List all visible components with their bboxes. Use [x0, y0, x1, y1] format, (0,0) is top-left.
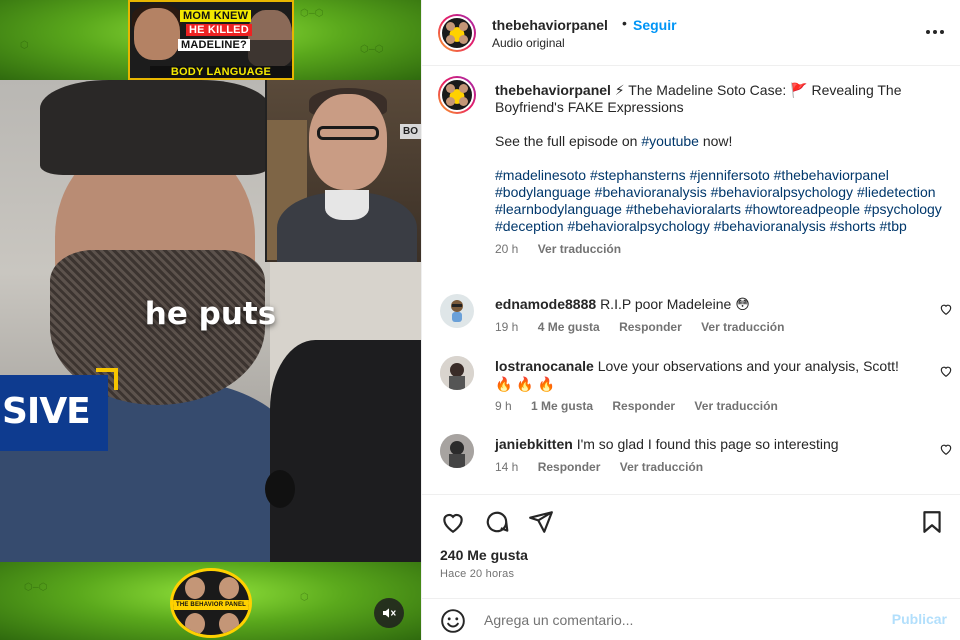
- post-caption: thebehaviorpanel ⚡ The Madeline Soto Cas…: [495, 82, 945, 258]
- mute-toggle-button[interactable]: [374, 598, 404, 628]
- audio-label[interactable]: Audio original: [492, 36, 565, 50]
- hashtag-link[interactable]: #howtoreadpeople: [745, 201, 860, 217]
- reel-video-player[interactable]: ⬡—⬡ ⬡ ⬡—⬡ MOM KNEW HE KILLED MADELINE? B…: [0, 0, 421, 640]
- comment-like-heart-icon[interactable]: [939, 364, 953, 378]
- author-avatar[interactable]: [438, 14, 476, 52]
- hashtag-link[interactable]: #madelinesoto: [495, 167, 586, 183]
- post-header: thebehaviorpanel • Seguir Audio original: [422, 0, 960, 66]
- caption-line2: See the full episode on: [495, 133, 642, 149]
- comment-likes[interactable]: 1 Me gusta: [531, 399, 593, 413]
- caption-line2-end: now!: [698, 133, 733, 149]
- behavior-panel-logo: THE BEHAVIOR PANEL: [170, 568, 252, 638]
- comment-username[interactable]: janiebkitten: [495, 436, 573, 452]
- comment-body: R.I.P poor Madeleine 😳: [600, 296, 750, 312]
- paper-plane-icon[interactable]: [528, 509, 554, 535]
- caption-translate-link[interactable]: Ver traducción: [538, 242, 621, 256]
- publish-button[interactable]: Publicar: [892, 611, 947, 627]
- comment-like-heart-icon[interactable]: [939, 442, 953, 456]
- hashtag-link[interactable]: #shorts: [830, 218, 876, 234]
- hashtag-link[interactable]: #learnbodylanguage: [495, 201, 622, 217]
- thumbnail-text-4: BODY LANGUAGE: [150, 66, 292, 78]
- reply-button[interactable]: Responder: [538, 460, 601, 474]
- video-lower-banner: SIVE: [0, 375, 108, 451]
- reply-button[interactable]: Responder: [612, 399, 675, 413]
- header-separator: •: [622, 15, 627, 31]
- hashtag-link[interactable]: #bodylanguage: [495, 184, 591, 200]
- lapel-microphone: [265, 470, 295, 508]
- hashtag-link[interactable]: #thebehaviorpanel: [774, 167, 889, 183]
- hashtag-link[interactable]: #liedetection: [857, 184, 936, 200]
- hashtag-link[interactable]: #behavioranalysis: [595, 184, 707, 200]
- hashtag-link[interactable]: #behavioralpsychology: [567, 218, 709, 234]
- hashtag-link[interactable]: #deception: [495, 218, 564, 234]
- comment-likes[interactable]: 4 Me gusta: [538, 320, 600, 334]
- reply-button[interactable]: Responder: [619, 320, 682, 334]
- video-subtitle: he puts: [144, 296, 277, 332]
- hashtag-link[interactable]: #stephansterns: [590, 167, 686, 183]
- video-inset-commentator: BO: [265, 80, 421, 262]
- translate-link[interactable]: Ver traducción: [694, 399, 777, 413]
- hashtag-link[interactable]: #behavioranalysis: [714, 218, 826, 234]
- post-timestamp: Hace 20 horas: [440, 568, 515, 580]
- comment-body: I'm so glad I found this page so interes…: [576, 436, 839, 452]
- comment-time[interactable]: 14 h: [495, 460, 518, 474]
- heart-icon[interactable]: [440, 509, 466, 535]
- caption-author-avatar[interactable]: [438, 76, 476, 114]
- hashtag-link[interactable]: #behavioralpsychology: [711, 184, 853, 200]
- speaker-muted-icon: [383, 608, 396, 618]
- hashtag-link[interactable]: #thebehavioralarts: [626, 201, 741, 217]
- comment-username[interactable]: ednamode8888: [495, 296, 596, 312]
- logo-text: THE BEHAVIOR PANEL: [173, 600, 249, 610]
- thumbnail-text-1: MOM KNEW: [180, 10, 252, 22]
- translate-link[interactable]: Ver traducción: [701, 320, 784, 334]
- follow-button[interactable]: Seguir: [633, 17, 677, 33]
- caption-username[interactable]: thebehaviorpanel: [495, 82, 611, 98]
- hashtag-link[interactable]: #youtube: [641, 133, 699, 149]
- hashtag-link[interactable]: #psychology: [864, 201, 942, 217]
- post-sidebar: thebehaviorpanel • Seguir Audio original…: [421, 0, 960, 640]
- caption-hashtags: #madelinesoto #stephansterns #jenniferso…: [495, 167, 945, 235]
- hashtag-link[interactable]: #tbp: [880, 218, 907, 234]
- translate-link[interactable]: Ver traducción: [620, 460, 703, 474]
- smiley-icon[interactable]: [440, 608, 466, 634]
- add-comment-bar: Publicar: [422, 598, 960, 640]
- thumbnail-text-3: MADELINE?: [178, 39, 250, 51]
- banner-text: SIVE: [2, 391, 91, 432]
- caption-meta: 20 h Ver traducción: [495, 241, 945, 258]
- comment-like-heart-icon[interactable]: [939, 302, 953, 316]
- hashtag-link[interactable]: #jennifersoto: [690, 167, 770, 183]
- more-horizontal-icon: [926, 30, 944, 34]
- author-username[interactable]: thebehaviorpanel: [492, 17, 608, 33]
- caption-time[interactable]: 20 h: [495, 242, 518, 256]
- comment-input[interactable]: [484, 609, 864, 631]
- likes-count[interactable]: 240 Me gusta: [440, 547, 528, 563]
- commenter-avatar[interactable]: [440, 356, 474, 390]
- commenter-avatar[interactable]: [440, 434, 474, 468]
- thumbnail-text-2: HE KILLED: [186, 24, 252, 36]
- bookmark-icon[interactable]: [919, 509, 945, 535]
- inset-sign-text: BO: [400, 124, 421, 139]
- photo-avatar-icon: [440, 434, 474, 468]
- more-options-button[interactable]: [923, 20, 947, 44]
- comment-time[interactable]: 9 h: [495, 399, 512, 413]
- photo-avatar-icon: [440, 356, 474, 390]
- cartoon-avatar-icon: [451, 300, 463, 322]
- comment-bubble-icon[interactable]: [484, 509, 510, 535]
- banner-corner-accent: [96, 368, 118, 390]
- comment-time[interactable]: 19 h: [495, 320, 518, 334]
- episode-thumbnail: MOM KNEW HE KILLED MADELINE? BODY LANGUA…: [128, 0, 294, 80]
- commenter-avatar[interactable]: [440, 294, 474, 328]
- comment-username[interactable]: lostranocanale: [495, 358, 594, 374]
